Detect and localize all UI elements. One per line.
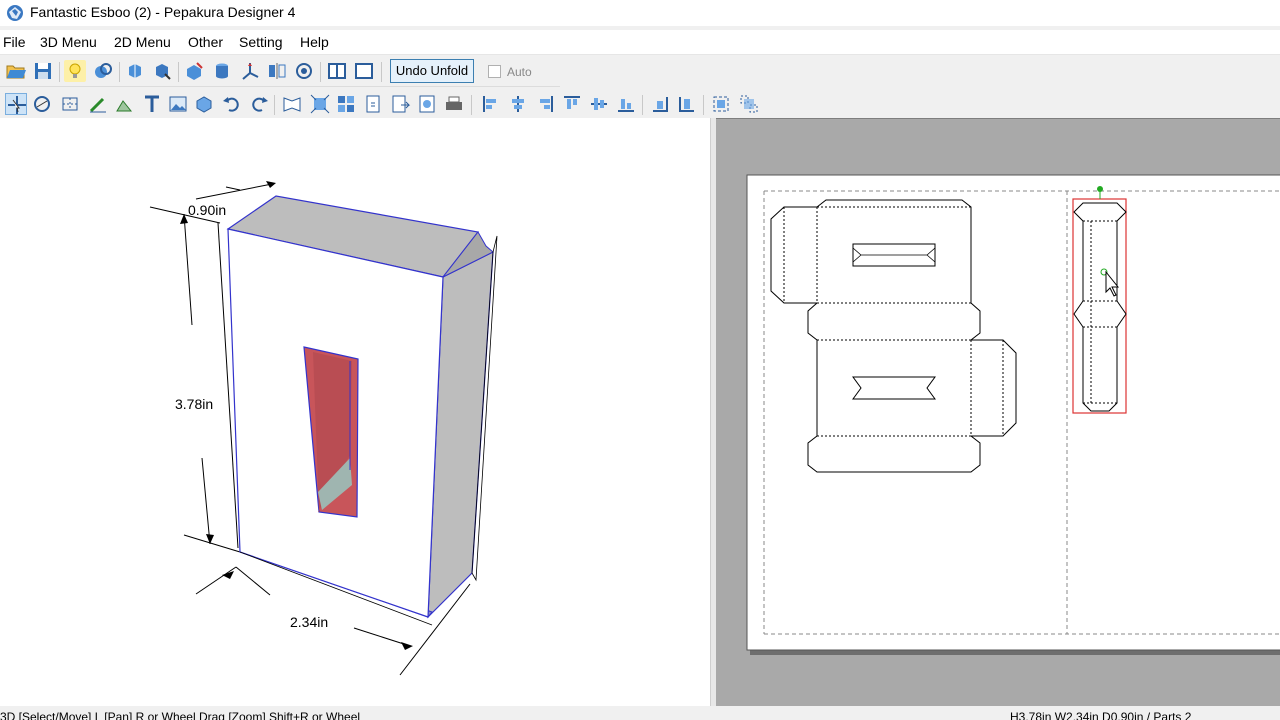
menu-2d[interactable]: 2D Menu (114, 34, 171, 50)
undo-icon[interactable] (221, 93, 243, 115)
cylinder-icon[interactable] (211, 60, 233, 82)
auto-label: Auto (507, 65, 532, 79)
align-center-icon[interactable] (507, 93, 529, 115)
menu-bar: File 3D Menu 2D Menu Other Setting Help (0, 30, 1280, 55)
view-icon[interactable] (293, 60, 315, 82)
same-height-icon[interactable] (676, 93, 698, 115)
title-bar: Fantastic Esboo (2) - Pepakura Designer … (0, 0, 1280, 26)
parts-layout-icon[interactable] (335, 93, 357, 115)
menu-3d[interactable]: 3D Menu (40, 34, 97, 50)
save-icon[interactable] (32, 60, 54, 82)
rotate-handle[interactable] (1097, 186, 1103, 192)
edit-part-icon[interactable] (183, 60, 205, 82)
export-icon[interactable] (389, 93, 411, 115)
align-left-icon[interactable] (480, 93, 502, 115)
depth-dimension-label: 0.90in (188, 202, 226, 218)
align-middle-icon[interactable] (588, 93, 610, 115)
auto-checkbox[interactable] (488, 65, 501, 78)
menu-file[interactable]: File (3, 34, 26, 50)
ungroup-icon[interactable] (738, 93, 760, 115)
2d-view-pane[interactable] (716, 118, 1280, 706)
width-dimension-label: 2.34in (290, 614, 328, 630)
move-model-icon[interactable] (151, 60, 173, 82)
fit-view-icon[interactable] (309, 93, 331, 115)
select-move-icon[interactable] (5, 93, 27, 115)
height-dimension-label: 3.78in (175, 396, 213, 412)
group-icon[interactable] (710, 93, 732, 115)
single-view-icon[interactable] (353, 60, 375, 82)
redo-icon[interactable] (248, 93, 270, 115)
flap-icon[interactable] (113, 93, 135, 115)
same-width-icon[interactable] (649, 93, 671, 115)
paper-sheet (746, 174, 1280, 651)
mirror-icon[interactable] (266, 60, 288, 82)
3d-view-pane[interactable]: 0.90in 3.78in 2.34in (0, 118, 710, 706)
3d-model-canvas[interactable]: 0.90in 3.78in 2.34in (0, 118, 710, 706)
axis-icon[interactable] (239, 60, 261, 82)
part-move-icon[interactable] (193, 93, 215, 115)
light-bulb-icon[interactable] (64, 60, 86, 82)
pepakura-app-icon (7, 5, 23, 21)
align-right-icon[interactable] (534, 93, 556, 115)
menu-help[interactable]: Help (300, 34, 329, 50)
page-number-icon[interactable] (362, 93, 384, 115)
join-edge-icon[interactable] (59, 93, 81, 115)
main-toolbar: Undo Unfold Auto (0, 56, 560, 87)
2d-pattern-canvas[interactable] (716, 119, 1280, 707)
status-left-text: 3D [Select/Move] L [Pan] R or Wheel Drag… (0, 710, 361, 720)
align-top-icon[interactable] (561, 93, 583, 115)
print-preview-icon[interactable] (416, 93, 438, 115)
menu-setting[interactable]: Setting (239, 34, 283, 50)
rotate-edge-icon[interactable] (31, 93, 53, 115)
status-right-text: H3.78in W2.34in D0.90in / Parts 2 (1010, 710, 1192, 720)
status-bar: 3D [Select/Move] L [Pan] R or Wheel Drag… (0, 706, 1280, 720)
window-title: Fantastic Esboo (2) - Pepakura Designer … (30, 4, 296, 20)
menu-other[interactable]: Other (188, 34, 223, 50)
print-icon[interactable] (443, 93, 465, 115)
image-tool-icon[interactable] (167, 93, 189, 115)
undo-unfold-button[interactable]: Undo Unfold (390, 59, 474, 83)
split-view-icon[interactable] (326, 60, 348, 82)
draw-line-icon[interactable] (87, 93, 109, 115)
open-folder-icon[interactable] (5, 60, 27, 82)
unfold-icon[interactable] (281, 93, 303, 115)
rotate-model-icon[interactable] (124, 60, 146, 82)
text-tool-icon[interactable] (141, 93, 163, 115)
texture-icon[interactable] (92, 60, 114, 82)
align-bottom-icon[interactable] (615, 93, 637, 115)
edit-toolbar (0, 89, 770, 119)
